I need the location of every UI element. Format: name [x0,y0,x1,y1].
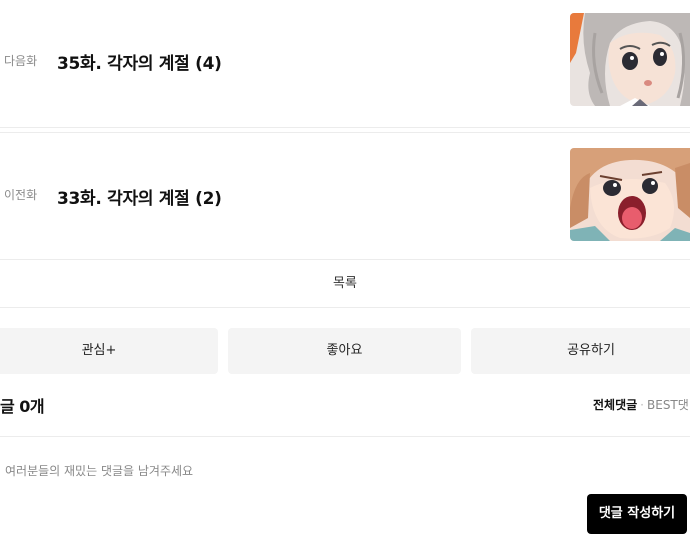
comment-sort-tabs: 전체댓글 · BEST댓 [593,396,689,413]
sort-separator: · [640,398,644,412]
prev-episode-row[interactable]: 이전화 33화. 각자의 계절 (2) [0,127,690,260]
sort-all-tab[interactable]: 전체댓글 [593,398,637,412]
sort-best-tab[interactable]: BEST댓 [647,398,689,412]
next-episode-thumbnail-image [570,13,690,106]
comment-count: 글 0개 [0,397,45,416]
prev-episode-title[interactable]: 33화. 각자의 계절 (2) [57,184,222,209]
interest-button[interactable]: 관심+ [0,328,218,374]
episode-list-link[interactable]: 목록 [0,261,690,308]
prev-episode-label: 이전화 [4,188,38,202]
comment-divider [0,436,690,437]
share-button[interactable]: 공유하기 [471,328,690,374]
prev-episode-thumbnail-image [570,148,690,241]
prev-episode-thumbnail[interactable] [570,148,690,241]
next-episode-thumbnail[interactable] [570,13,690,106]
next-episode-label: 다음화 [4,54,38,68]
like-button[interactable]: 좋아요 [228,328,461,374]
next-episode-title[interactable]: 35화. 각자의 계절 (4) [57,49,222,74]
comment-input[interactable]: 여러분들의 재밌는 댓글을 남겨주세요 [5,462,193,479]
next-episode-row[interactable]: 다음화 35화. 각자의 계절 (4) [0,0,690,133]
write-comment-button[interactable]: 댓글 작성하기 [587,494,687,534]
